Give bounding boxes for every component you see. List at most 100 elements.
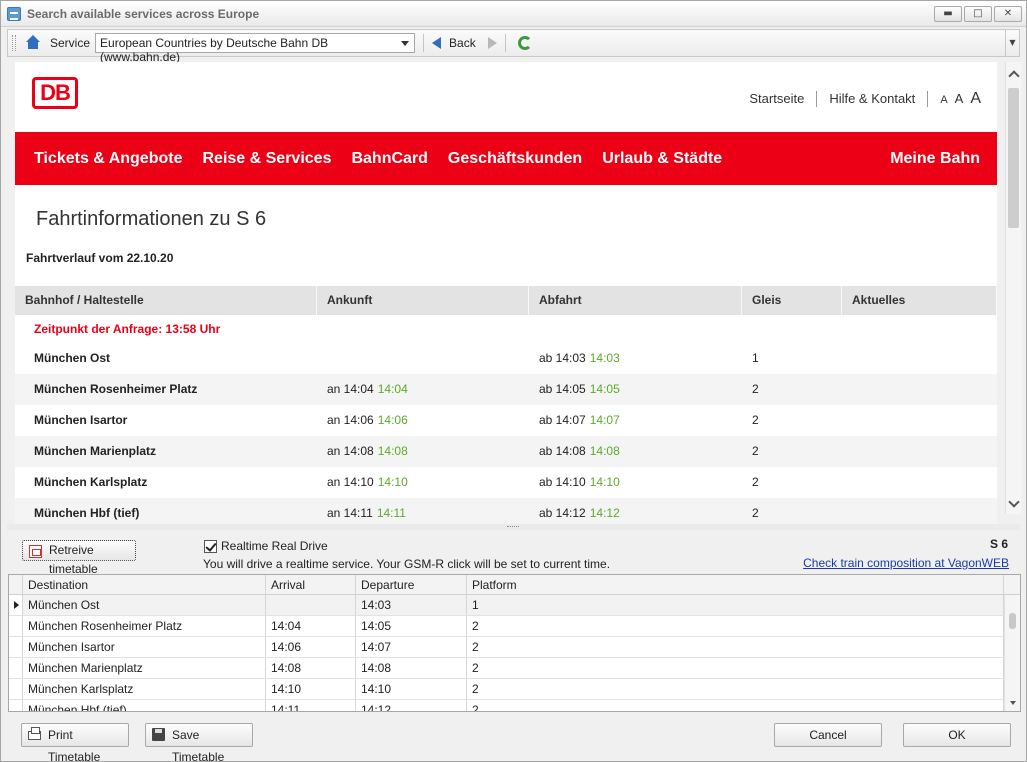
grid-cell-platform[interactable]: 2 [467, 679, 1004, 699]
grid-row[interactable]: München Isartor 14:06 14:07 2 [9, 637, 1020, 658]
grid-row[interactable]: München Rosenheimer Platz 14:04 14:05 2 [9, 616, 1020, 637]
grid-cell-destination[interactable]: München Rosenheimer Platz [23, 616, 266, 636]
grid-cell-platform[interactable]: 2 [467, 637, 1004, 657]
station-name[interactable]: München Isartor [15, 405, 317, 436]
print-timetable-button[interactable]: Print Timetable [21, 723, 129, 762]
toolbar-separator [504, 34, 506, 52]
grid-cell-departure[interactable]: 14:05 [356, 616, 467, 636]
nav-geschaeftskunden[interactable]: Geschäftskunden [448, 150, 582, 168]
grid-row[interactable]: München Ost 14:03 1 [9, 595, 1020, 616]
grid-cell-arrival[interactable]: 14:04 [266, 616, 356, 636]
grid-cell-destination[interactable]: München Isartor [23, 637, 266, 657]
service-dropdown[interactable]: European Countries by Deutsche Bahn DB (… [95, 33, 416, 64]
grid-cell-destination[interactable]: München Karlsplatz [23, 679, 266, 699]
station-name[interactable]: München Karlsplatz [15, 467, 317, 498]
close-button[interactable]: ✕ [994, 6, 1022, 22]
link-divider [927, 91, 929, 107]
startseite-link[interactable]: Startseite [749, 91, 804, 106]
nav-meine-bahn[interactable]: Meine Bahn [890, 150, 980, 168]
arrival-time: an 14:04 [327, 382, 374, 396]
departure-time: ab 14:08 [539, 444, 586, 458]
realtime-note: You will drive a realtime service. Your … [203, 557, 611, 571]
font-size-medium[interactable]: A [955, 91, 964, 106]
grid-col-arrival[interactable]: Arrival [266, 575, 356, 594]
realtime-label: Realtime Real Drive [221, 539, 328, 553]
arrival-time: an 14:10 [327, 475, 374, 489]
forward-arrow-icon[interactable] [487, 37, 497, 49]
grid-row[interactable]: München Marienplatz 14:08 14:08 2 [9, 658, 1020, 679]
station-name[interactable]: München Hbf (tief) [15, 498, 317, 524]
grid-cell-platform[interactable]: 2 [467, 700, 1004, 711]
grid-cell-platform[interactable]: 2 [467, 658, 1004, 678]
grid-cell-arrival[interactable]: 14:10 [266, 679, 356, 699]
platform-cell: 2 [752, 444, 759, 458]
viewport-scrollbar[interactable] [1005, 62, 1021, 514]
refresh-icon[interactable] [517, 36, 532, 50]
realtime-checkbox[interactable] [204, 539, 217, 553]
grid-row[interactable]: München Karlsplatz 14:10 14:10 2 [9, 679, 1020, 700]
station-name[interactable]: München Rosenheimer Platz [15, 374, 317, 405]
vagonweb-link[interactable]: Check train composition at VagonWEB [803, 556, 1009, 570]
station-name[interactable]: München Ost [15, 343, 317, 374]
font-size-large[interactable]: A [970, 90, 981, 108]
grid-cell-departure[interactable]: 14:03 [356, 595, 467, 615]
departure-cell: ab 14:05 14:05 [529, 374, 742, 405]
grid-cell-arrival[interactable] [266, 595, 356, 615]
maximize-button[interactable]: □ [964, 6, 992, 22]
font-size-small[interactable]: A [940, 94, 947, 106]
grid-cell-destination[interactable]: München Marienplatz [23, 658, 266, 678]
grid-cell-departure[interactable]: 14:07 [356, 637, 467, 657]
grid-cell-departure[interactable]: 14:12 [356, 700, 467, 711]
station-name[interactable]: München Marienplatz [15, 436, 317, 467]
ok-button[interactable]: OK [903, 723, 1011, 747]
table-row: München Karlsplatz an 14:10 14:10 ab 14:1… [15, 467, 997, 498]
grid-col-departure[interactable]: Departure [356, 575, 467, 594]
grid-cell-arrival[interactable]: 14:06 [266, 637, 356, 657]
printer-icon [28, 727, 41, 740]
platform-cell: 2 [752, 382, 759, 396]
save-timetable-button[interactable]: Save Timetable [145, 723, 253, 762]
help-contact-link[interactable]: Hilfe & Kontakt [829, 91, 915, 106]
grid-row[interactable]: München Hbf (tief) 14:11 14:12 2 [9, 700, 1020, 711]
nav-reise-services[interactable]: Reise & Services [202, 150, 331, 168]
grid-cell-destination[interactable]: München Hbf (tief) [23, 700, 266, 711]
row-pointer-icon [14, 601, 19, 609]
retrieve-label: Retreive timetable [49, 543, 98, 576]
toolbar-overflow-button[interactable]: ▼ [1005, 30, 1019, 56]
minimize-button[interactable]: ▬ [934, 6, 962, 22]
grid-cell-destination[interactable]: München Ost [23, 595, 266, 615]
grid-scrollbar[interactable] [1004, 595, 1020, 711]
grid-cell-platform[interactable]: 1 [467, 595, 1004, 615]
grid-cell-arrival[interactable]: 14:11 [266, 700, 356, 711]
grid-cell-platform[interactable]: 2 [467, 616, 1004, 636]
back-arrow-icon [432, 37, 442, 49]
timetable-grid: Destination Arrival Departure Platform M… [8, 574, 1021, 712]
grid-col-destination[interactable]: Destination [23, 575, 266, 594]
arrival-realtime: 14:08 [377, 444, 408, 458]
toolbar-grip[interactable] [12, 35, 16, 51]
nav-bahncard[interactable]: BahnCard [351, 150, 427, 168]
grid-cell-departure[interactable]: 14:08 [356, 658, 467, 678]
grid-cell-arrival[interactable]: 14:08 [266, 658, 356, 678]
col-departure: Abfahrt [529, 286, 742, 315]
scroll-up-icon[interactable] [1008, 70, 1020, 82]
main-nav: Tickets & Angebote Reise & Services Bahn… [15, 132, 997, 185]
scroll-down-icon[interactable] [1010, 701, 1016, 705]
scroll-down-icon[interactable] [1008, 496, 1020, 508]
grid-cell-departure[interactable]: 14:10 [356, 679, 467, 699]
retrieve-timetable-button[interactable]: Retreive timetable [22, 540, 136, 576]
home-icon[interactable] [24, 34, 42, 52]
back-button[interactable]: Back [432, 36, 476, 50]
realtime-option[interactable]: Realtime Real Drive [204, 539, 328, 553]
departure-cell: ab 14:10 14:10 [529, 467, 742, 498]
scroll-thumb[interactable] [1008, 88, 1019, 228]
panel-splitter[interactable] [7, 524, 1020, 530]
departure-time: ab 14:07 [539, 413, 586, 427]
col-current: Aktuelles [842, 286, 997, 315]
grid-col-platform[interactable]: Platform [467, 575, 1004, 594]
cancel-button[interactable]: Cancel [774, 723, 882, 747]
grid-scroll-thumb[interactable] [1009, 613, 1016, 629]
nav-urlaub-staedte[interactable]: Urlaub & Städte [602, 150, 722, 168]
nav-tickets[interactable]: Tickets & Angebote [34, 150, 182, 168]
db-logo[interactable]: DB [32, 77, 78, 109]
